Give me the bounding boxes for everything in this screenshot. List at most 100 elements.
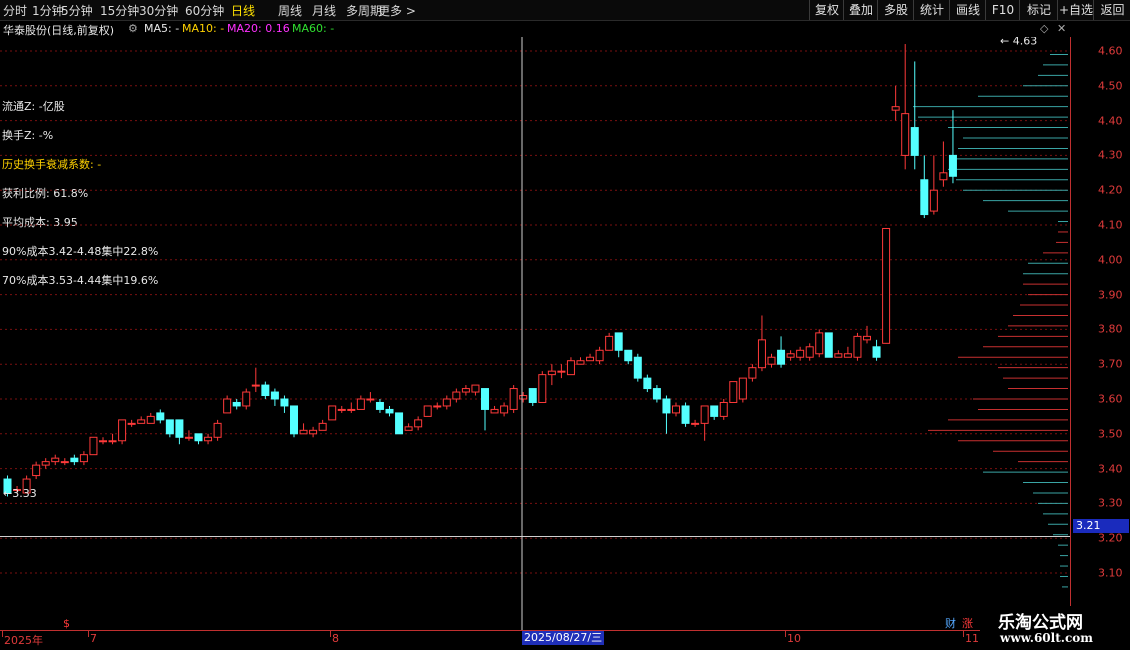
candle-body [442,398,451,407]
candle [786,350,795,361]
candle-body [566,360,575,376]
candle [137,416,146,424]
candle [41,458,50,469]
high-price-marker: ← 4.63 [1000,37,1037,48]
candle [872,339,881,361]
period-tab-9[interactable]: 多周期 [346,2,382,19]
candle [223,395,232,414]
y-tick-label: 4.50 [1098,79,1123,93]
toolbar-button-2[interactable]: 多股 [877,0,914,20]
period-tab-6[interactable]: 日线 [231,2,255,19]
period-tab-3[interactable]: 15分钟 [100,2,139,19]
candle-body [251,384,260,387]
candle [614,332,623,358]
candle-body [51,457,60,463]
y-tick-label: 3.20 [1098,531,1123,545]
candle [652,385,661,403]
candle [757,315,766,372]
candle [280,395,289,413]
stock-title[interactable]: 华泰股份(日线,前复权) [3,22,114,38]
logo-title: 乐淘公式网 [998,613,1083,633]
period-tab-8[interactable]: 月线 [312,2,336,19]
candle-body [710,405,719,417]
candle [748,364,757,382]
toolbar-button-7[interactable]: +自选 [1057,0,1094,20]
candle [891,85,900,121]
candle-body [557,370,566,373]
candle-body [70,457,79,463]
period-tab-0[interactable]: 分时 [3,2,27,19]
candle-body [777,349,786,365]
period-tab-10[interactable]: 更多 > [378,2,416,19]
candle-body [929,189,938,212]
candle-body [165,419,174,435]
close-icon[interactable]: ✕ [1057,22,1066,35]
candle [423,405,432,417]
candle [929,155,938,215]
candle [108,433,117,445]
candle [32,461,41,480]
candle [51,454,60,466]
candle [251,367,260,393]
period-tab-1[interactable]: 1分钟 [32,2,64,19]
candle [127,419,136,427]
candle-body [901,113,910,156]
candle-body [433,405,442,408]
candle [347,402,356,413]
candle-body [280,398,289,407]
candle [213,419,222,441]
candle-body [614,332,623,351]
candle-body [490,408,499,414]
toolbar-button-4[interactable]: 画线 [949,0,986,20]
candle-body [242,391,251,407]
candle [920,155,929,219]
candle [853,332,862,361]
candle-body [137,419,146,424]
settings-icon[interactable]: ⚙ [128,22,138,35]
candle-body [767,356,776,365]
x-tick-label: 8 [332,632,339,645]
candle-body [299,429,308,435]
x-tick [785,631,786,637]
candle [681,402,690,427]
candle-body [318,422,327,431]
toolbar-button-3[interactable]: 统计 [913,0,950,20]
toolbar-button-1[interactable]: 叠加 [843,0,878,20]
candle-body [681,405,690,424]
candle [461,385,470,396]
toolbar-button-6[interactable]: 标记 [1019,0,1058,20]
candle-body [824,332,833,358]
candle [433,402,442,410]
candle [194,433,203,445]
candle [519,392,528,403]
period-tab-4[interactable]: 30分钟 [139,2,178,19]
candle-body [184,436,193,439]
candle-body [385,408,394,414]
toolbar-button-5[interactable]: F10 [985,0,1020,20]
period-tab-2[interactable]: 5分钟 [61,2,93,19]
candle [834,350,843,358]
candle-body [786,353,795,358]
candle [404,423,413,431]
candle-body [99,440,107,443]
candle [165,419,174,438]
candle [767,353,776,368]
diamond-icon[interactable]: ◇ [1040,22,1048,35]
low-price-marker: ←3.33 [3,487,37,500]
kline-chart[interactable]: ← 4.63 ←3.33 财 涨 $ [0,37,1070,630]
candle-body [662,398,671,414]
toolbar-button-0[interactable]: 复权 [809,0,844,20]
x-tick [2,631,3,637]
period-tab-7[interactable]: 周线 [278,2,302,19]
toolbar-button-8[interactable]: 返回 [1093,0,1130,20]
period-tab-5[interactable]: 60分钟 [185,2,224,19]
candle-body [872,346,881,358]
candle-body [672,405,680,414]
candle-body [127,422,136,425]
candle-body [538,374,547,403]
candle-body [748,367,757,379]
candle-body [194,433,203,442]
candle-body [423,405,432,417]
y-tick-label: 3.60 [1098,392,1123,406]
candle [242,388,251,410]
